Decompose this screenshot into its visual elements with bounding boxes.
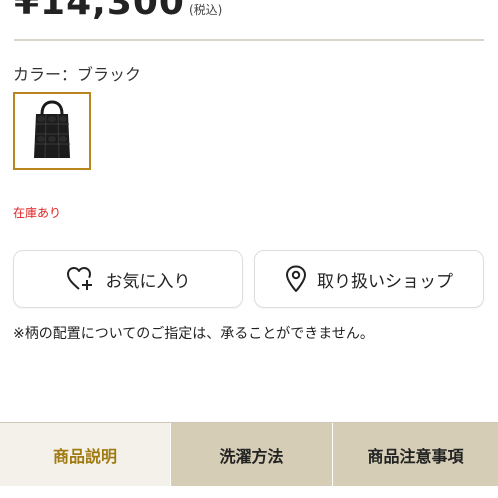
color-label: カラー：ブラック	[13, 65, 142, 84]
product-info-tabs: 商品説明 洗濯方法 商品注意事項	[0, 422, 498, 487]
shop-list-button[interactable]: 取り扱いショップ	[254, 250, 484, 308]
price-value: ¥14,300	[14, 0, 185, 23]
pattern-note: ※柄の配置についてのご指定は、承ることができません。	[13, 326, 374, 342]
location-pin-icon	[285, 265, 307, 293]
favorite-label: お気に入り	[105, 271, 191, 292]
tab-washing-method[interactable]: 洗濯方法	[170, 423, 332, 487]
bottom-spacer	[0, 486, 498, 498]
price: ¥14,300 (税込)	[14, 0, 223, 23]
tote-bag-image	[34, 100, 70, 159]
shop-label: 取り扱いショップ	[317, 271, 453, 292]
divider	[14, 39, 484, 41]
heart-plus-icon	[66, 266, 96, 292]
tab-label: 商品注意事項	[367, 447, 464, 466]
tab-product-precautions[interactable]: 商品注意事項	[332, 423, 498, 487]
tab-product-description[interactable]: 商品説明	[0, 423, 170, 487]
stock-status: 在庫あり	[13, 206, 62, 220]
color-swatch-black[interactable]	[13, 92, 91, 170]
price-tax-note: (税込)	[188, 3, 223, 17]
add-favorite-button[interactable]: お気に入り	[13, 250, 243, 308]
tab-label: 商品説明	[52, 447, 117, 466]
tab-label: 洗濯方法	[219, 447, 284, 466]
